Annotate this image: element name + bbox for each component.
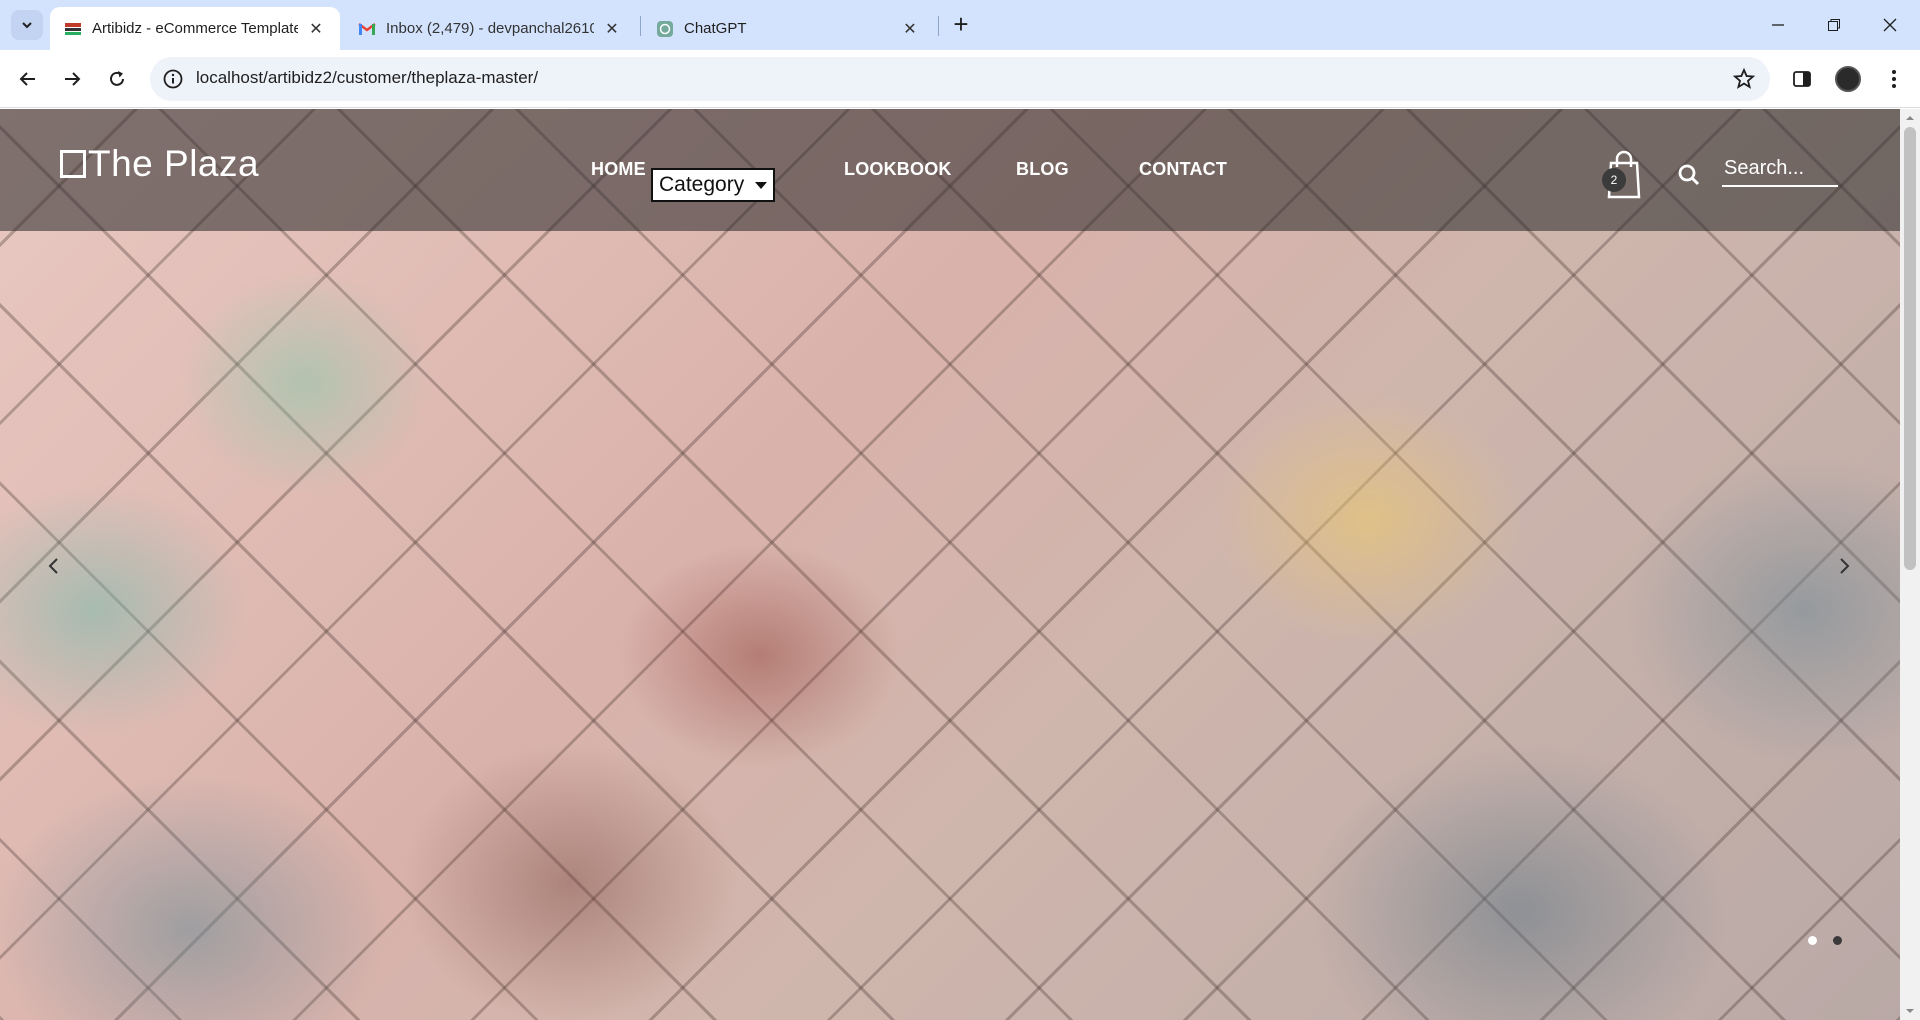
back-button[interactable]: [12, 63, 44, 95]
category-selected-value: Category: [659, 173, 745, 196]
scroll-up-arrow-icon[interactable]: [1904, 112, 1916, 124]
search-icon[interactable]: [1676, 162, 1702, 188]
search-input[interactable]: [1722, 151, 1838, 187]
scroll-down-arrow-icon[interactable]: [1904, 1005, 1916, 1017]
browser-tab-strip: Artibidz - eCommerce Template ✕ Inbox (2…: [0, 0, 1920, 50]
carousel-dot-active[interactable]: [1808, 936, 1817, 945]
forward-button[interactable]: [56, 63, 88, 95]
restore-button[interactable]: [1806, 8, 1862, 42]
site-logo[interactable]: The Plaza: [60, 143, 259, 185]
tab-separator: [640, 16, 641, 36]
nav-contact[interactable]: CONTACT: [1139, 159, 1227, 180]
carousel-next-icon[interactable]: [1832, 554, 1856, 578]
reload-button[interactable]: [101, 63, 133, 95]
bookmark-star-icon[interactable]: [1732, 67, 1756, 91]
tab-title: Inbox (2,479) - devpanchal2610: [386, 20, 594, 37]
nav-lookbook[interactable]: LOOKBOOK: [844, 159, 952, 180]
arrow-left-icon: [19, 72, 35, 86]
chatgpt-icon: [657, 20, 673, 37]
page-scrollbar[interactable]: [1900, 109, 1920, 1020]
tab-gmail[interactable]: Inbox (2,479) - devpanchal2610 ✕: [344, 7, 636, 50]
restore-icon: [1828, 19, 1840, 31]
close-window-button[interactable]: [1862, 8, 1918, 42]
hero-slider-image: [0, 109, 1900, 1020]
tab-title: ChatGPT: [684, 20, 747, 37]
site-favicon-icon: [65, 22, 81, 35]
category-dropdown[interactable]: Category: [651, 168, 775, 202]
nav-blog[interactable]: BLOG: [1016, 159, 1069, 180]
close-icon: [1883, 18, 1897, 32]
close-tab-icon[interactable]: ✕: [900, 19, 920, 39]
nav-home[interactable]: HOME: [591, 159, 646, 180]
tab-title: Artibidz - eCommerce Template: [92, 20, 298, 37]
caret-down-icon: [755, 181, 767, 189]
minimize-button[interactable]: [1750, 8, 1806, 42]
tab-chatgpt[interactable]: ChatGPT ✕: [642, 7, 934, 50]
logo-square-icon: [60, 150, 86, 178]
close-tab-icon[interactable]: ✕: [602, 19, 622, 39]
page-viewport: The Plaza HOME Category LOOKBOOK BLOG CO…: [0, 109, 1920, 1020]
browser-toolbar: localhost/artibidz2/customer/theplaza-ma…: [0, 50, 1920, 108]
carousel-prev-icon[interactable]: [42, 554, 66, 578]
side-panel-icon: [1793, 71, 1811, 87]
more-vertical-icon: [1892, 70, 1896, 88]
tab-search-button[interactable]: [11, 10, 43, 40]
site-header: The Plaza HOME Category LOOKBOOK BLOG CO…: [0, 109, 1900, 231]
scrollbar-thumb[interactable]: [1904, 127, 1916, 570]
cart-count-badge: 2: [1602, 168, 1626, 192]
side-panel-button[interactable]: [1786, 63, 1818, 95]
url-text: localhost/artibidz2/customer/theplaza-ma…: [196, 68, 539, 87]
new-tab-button[interactable]: +: [946, 10, 976, 40]
avatar: [1835, 66, 1861, 92]
reload-icon: [110, 71, 124, 86]
browser-menu-button[interactable]: [1878, 63, 1910, 95]
minimize-icon: [1772, 24, 1784, 26]
chevron-down-icon: [22, 22, 32, 29]
tab-separator: [938, 16, 939, 36]
site-info-icon[interactable]: [162, 68, 184, 90]
close-tab-icon[interactable]: ✕: [306, 19, 326, 39]
gmail-icon: [358, 22, 376, 35]
logo-label: The Plaza: [88, 143, 260, 184]
carousel-dot[interactable]: [1833, 936, 1842, 945]
arrow-right-icon: [65, 72, 81, 86]
tab-artibidz[interactable]: Artibidz - eCommerce Template ✕: [50, 7, 340, 50]
address-bar[interactable]: localhost/artibidz2/customer/theplaza-ma…: [150, 57, 1770, 101]
profile-button[interactable]: [1832, 63, 1864, 95]
